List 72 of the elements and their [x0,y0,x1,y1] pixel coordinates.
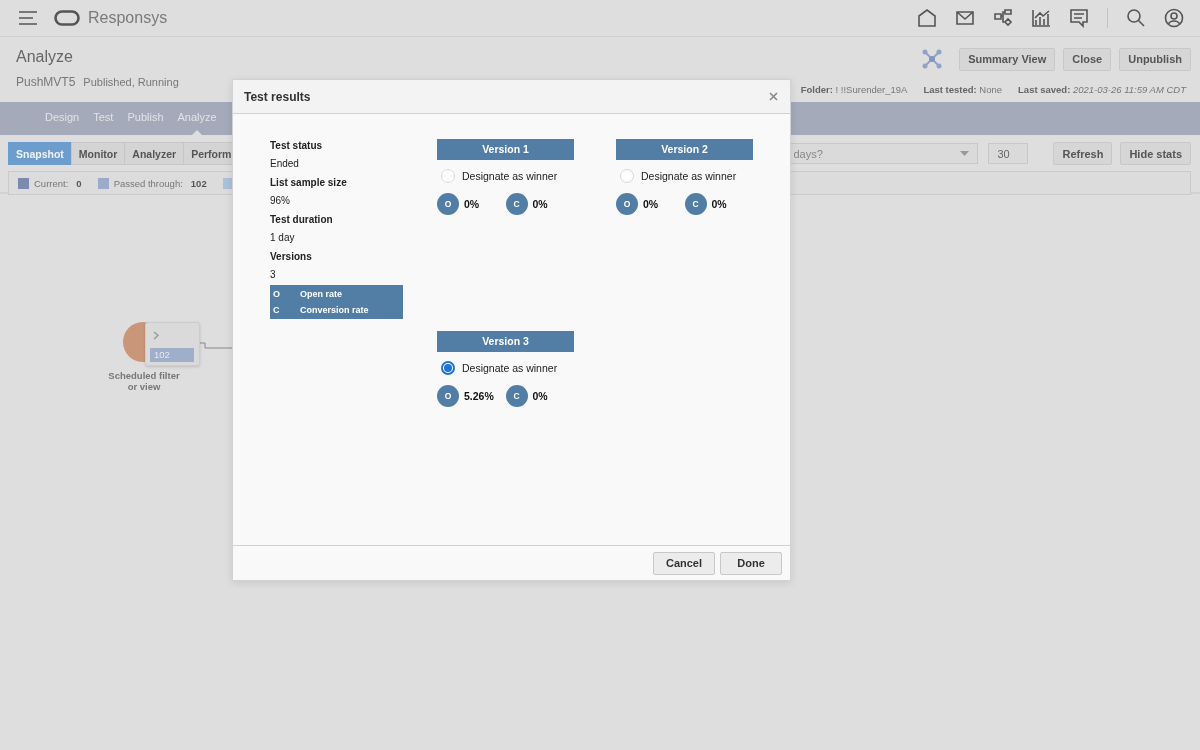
summary-value: 3 [270,268,277,282]
dialog-button[interactable]: Done [720,551,782,575]
action-button[interactable]: Close [1063,47,1112,71]
toolbar-button[interactable]: Hide stats [1120,142,1191,165]
mail-icon[interactable] [955,8,975,28]
winner-label: Designate as winner [462,170,558,182]
summary-label: Test status [270,139,324,153]
metric-badge: C [505,193,528,215]
key-label: Conversion rate [300,305,369,315]
summary-value: 1 day [270,231,296,245]
winner-radio[interactable] [441,361,455,375]
meta-value: None [979,84,1003,95]
menu-icon[interactable] [18,11,38,25]
version-header: Version 2 [616,139,753,160]
legend-label: Passed through: [113,177,183,189]
page-title: Analyze [16,48,74,66]
meta-value: 2021-03-26 11:59 AM CDT [1073,84,1186,95]
key-letter: O [272,289,281,299]
summary-label: Test duration [270,213,334,227]
metric-value: 5.26% [464,390,494,402]
metric-value: 0% [532,198,548,210]
action-button[interactable]: Unpublish [1119,47,1191,71]
program-status: Published, Running [83,76,179,88]
user-icon[interactable] [1164,8,1184,28]
program-name: PushMVT5 [16,75,76,89]
flow-icon[interactable] [993,8,1013,28]
metric-badge: O [437,193,459,215]
winner-label: Designate as winner [462,362,558,374]
version-header: Version 1 [437,139,574,160]
version-header: Version 3 [437,331,574,352]
legend-label: Current: [34,177,69,189]
home-icon[interactable] [917,8,937,28]
node-count: 102 [150,348,194,362]
dialog-button[interactable]: Cancel [653,551,715,575]
meta-label: Folder: [800,84,833,95]
view-tab[interactable]: Monitor [70,142,126,165]
meta-value: ! !!Surender_19A [835,84,908,95]
metric-value: 0% [464,198,480,210]
summary-value: Ended [270,157,300,171]
metric-value: 0% [532,390,548,402]
chart-icon[interactable] [1031,8,1051,28]
legend-value: 0 [76,177,82,189]
metric-badge: C [505,385,528,407]
brand-name: Responsys [88,9,168,27]
summary-value: 96% [270,194,291,208]
winner-label: Designate as winner [641,170,737,182]
key-label: Open rate [300,289,342,299]
node-label: Scheduled filter or view [107,370,181,392]
dropdown-caret-icon [960,151,970,156]
network-icon[interactable] [921,48,944,70]
view-tab[interactable]: Snapshot [8,142,72,165]
logo-icon [54,10,80,26]
action-button[interactable]: Summary View [959,47,1056,71]
legend-value: 102 [190,177,207,189]
meta-label: Last tested: [923,84,977,95]
key-letter: C [272,305,281,315]
close-icon[interactable] [769,92,778,101]
view-tab[interactable]: Analyzer [124,142,185,165]
meta-label: Last saved: [1018,84,1071,95]
metric-value: 0% [643,198,659,210]
metric-badge: O [616,193,638,215]
metric-value: 0% [711,198,727,210]
toolbar-button[interactable]: Refresh [1053,142,1113,165]
summary-label: List sample size [270,176,348,190]
summary-label: Versions [270,250,313,264]
days-field[interactable]: 30 [988,143,1029,164]
search-icon[interactable] [1126,8,1146,28]
metric-badge: C [684,193,707,215]
connector-line [200,342,234,350]
dialog-title: Test results [244,89,311,104]
chat-icon[interactable] [1069,8,1089,28]
metric-badge: O [437,385,459,407]
